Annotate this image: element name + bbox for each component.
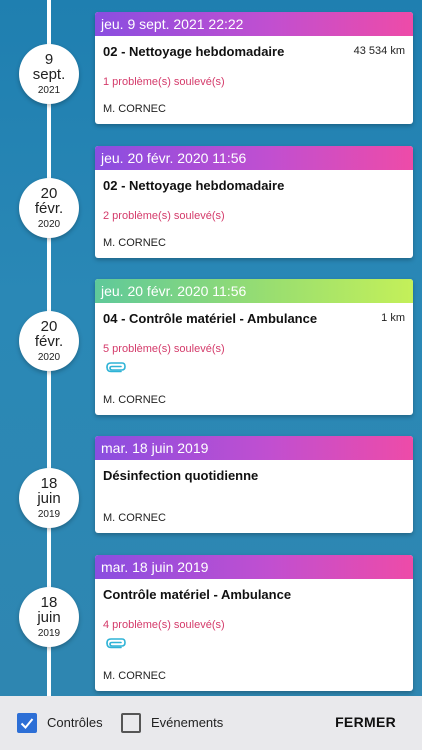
card-body: 02 - Nettoyage hebdomadaire 2 problème(s…: [95, 170, 413, 258]
card-date-header: jeu. 9 sept. 2021 22:22: [95, 12, 413, 36]
events-checkbox[interactable]: [121, 713, 141, 733]
card-issues: 5 problème(s) soulevé(s): [103, 343, 225, 355]
card-title: 04 - Contrôle matériel - Ambulance: [103, 311, 318, 326]
inspection-card[interactable]: jeu. 20 févr. 2020 11:56 04 - Contrôle m…: [95, 279, 413, 415]
date-year: 2020: [37, 351, 61, 363]
date-day: 9: [44, 50, 54, 68]
controls-checkbox[interactable]: [17, 713, 37, 733]
filter-bar: Contrôles Evénements FERMER: [0, 696, 422, 750]
card-title: Contrôle matériel - Ambulance: [103, 587, 292, 602]
date-badge: 20 févr. 2020: [19, 311, 79, 371]
card-issues: 1 problème(s) soulevé(s): [103, 76, 225, 88]
card-title: 02 - Nettoyage hebdomadaire: [103, 178, 285, 193]
date-badge: 18 juin 2019: [19, 587, 79, 647]
card-date-header: mar. 18 juin 2019: [95, 436, 413, 460]
date-month: juin: [37, 489, 61, 507]
card-date-header: jeu. 20 févr. 2020 11:56: [95, 146, 413, 170]
date-year: 2019: [37, 508, 61, 520]
date-day: 20: [40, 184, 58, 202]
card-km: 43 534 km: [353, 45, 405, 57]
paperclip-icon[interactable]: [103, 361, 127, 373]
inspection-card[interactable]: jeu. 9 sept. 2021 22:22 02 - Nettoyage h…: [95, 12, 413, 124]
card-body: 02 - Nettoyage hebdomadaire 43 534 km 1 …: [95, 36, 413, 124]
date-day: 18: [40, 593, 58, 611]
checkmark-icon: [20, 718, 34, 729]
card-author: M. CORNEC: [103, 237, 166, 249]
date-day: 20: [40, 317, 58, 335]
date-badge: 20 févr. 2020: [19, 178, 79, 238]
date-badge: 9 sept. 2021: [19, 44, 79, 104]
date-month: juin: [37, 608, 61, 626]
controls-label[interactable]: Contrôles: [47, 715, 103, 730]
card-issues: 2 problème(s) soulevé(s): [103, 210, 225, 222]
card-body: 04 - Contrôle matériel - Ambulance 1 km …: [95, 303, 413, 415]
timeline[interactable]: 9 sept. 2021 jeu. 9 sept. 2021 22:22 02 …: [0, 0, 422, 696]
paperclip-icon[interactable]: [103, 637, 127, 649]
card-title: Désinfection quotidienne: [103, 468, 259, 483]
events-label[interactable]: Evénements: [151, 715, 223, 730]
date-month: févr.: [34, 332, 64, 350]
card-author: M. CORNEC: [103, 512, 166, 524]
card-author: M. CORNEC: [103, 103, 166, 115]
inspection-card[interactable]: mar. 18 juin 2019 Contrôle matériel - Am…: [95, 555, 413, 691]
card-km: 1 km: [381, 312, 405, 324]
card-author: M. CORNEC: [103, 670, 166, 682]
date-year: 2020: [37, 218, 61, 230]
date-month: févr.: [34, 199, 64, 217]
card-body: Contrôle matériel - Ambulance 4 problème…: [95, 579, 413, 691]
date-month: sept.: [32, 65, 66, 83]
inspection-card[interactable]: mar. 18 juin 2019 Désinfection quotidien…: [95, 436, 413, 533]
card-date-header: jeu. 20 févr. 2020 11:56: [95, 279, 413, 303]
card-issues: 4 problème(s) soulevé(s): [103, 619, 225, 631]
date-badge: 18 juin 2019: [19, 468, 79, 528]
close-button[interactable]: FERMER: [335, 714, 396, 730]
card-author: M. CORNEC: [103, 394, 166, 406]
card-date-header: mar. 18 juin 2019: [95, 555, 413, 579]
date-year: 2021: [37, 84, 61, 96]
date-day: 18: [40, 474, 58, 492]
date-year: 2019: [37, 627, 61, 639]
card-body: Désinfection quotidienne M. CORNEC: [95, 460, 413, 533]
inspection-card[interactable]: jeu. 20 févr. 2020 11:56 02 - Nettoyage …: [95, 146, 413, 258]
